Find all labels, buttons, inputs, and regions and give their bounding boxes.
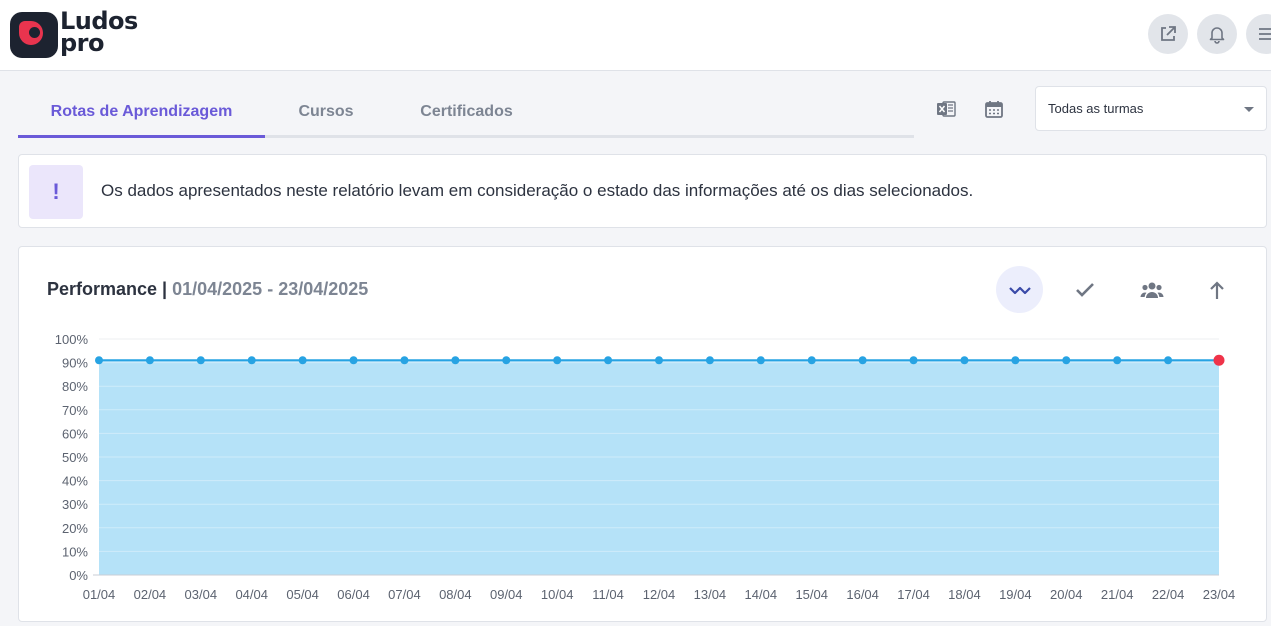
x-tick-label: 11/04 xyxy=(592,587,624,602)
data-point xyxy=(604,356,613,365)
tab-cursos[interactable]: Cursos xyxy=(278,86,374,138)
logo-text: Ludos pro xyxy=(60,9,138,57)
notifications-button[interactable] xyxy=(1197,14,1237,54)
data-point xyxy=(349,356,358,365)
x-tick-label: 06/04 xyxy=(337,587,370,602)
logo-text-line2: pro xyxy=(60,29,105,57)
performance-chart: 0% 10% 20% 30% 40% 50% 60% 70% 80% 90% 100% 01/04 02… xyxy=(55,332,1236,602)
x-tick-label: 18/04 xyxy=(948,587,981,602)
data-point xyxy=(1062,356,1071,365)
y-tick-label: 50% xyxy=(62,450,88,465)
data-point xyxy=(553,356,562,365)
x-tick-label: 20/04 xyxy=(1050,587,1083,602)
menu-button[interactable] xyxy=(1246,14,1271,54)
excel-export-icon xyxy=(937,101,956,117)
x-tick-label: 16/04 xyxy=(846,587,879,602)
bell-icon xyxy=(1209,27,1225,44)
x-tick-label: 22/04 xyxy=(1152,587,1185,602)
x-tick-label: 21/04 xyxy=(1101,587,1134,602)
data-point xyxy=(756,356,765,365)
top-bar: Ludos pro xyxy=(0,0,1271,71)
x-tick-label: 17/04 xyxy=(897,587,930,602)
external-link-icon xyxy=(1161,26,1176,41)
data-point xyxy=(298,356,307,365)
x-tick-label: 15/04 xyxy=(795,587,828,602)
x-tick-label: 07/04 xyxy=(388,587,421,602)
y-tick-label: 30% xyxy=(62,497,88,512)
logo-mark-icon xyxy=(10,12,58,58)
notice-text: Os dados apresentados neste relatório le… xyxy=(101,181,974,200)
class-filter-select[interactable]: Todas as turmas xyxy=(1035,86,1267,131)
data-point xyxy=(95,356,103,365)
data-point xyxy=(705,356,714,365)
data-point xyxy=(858,356,867,365)
tab-rotas-de-aprendizagem[interactable]: Rotas de Aprendizagem xyxy=(18,86,265,138)
data-point xyxy=(1011,356,1020,365)
data-point xyxy=(247,356,256,365)
info-notice: ! Os dados apresentados neste relatório … xyxy=(18,154,1267,228)
exclamation-icon: ! xyxy=(29,165,83,219)
calendar-icon xyxy=(985,101,1003,118)
data-point xyxy=(655,356,663,365)
class-filter-value: Todas as turmas xyxy=(1048,101,1144,116)
report-tabs: Rotas de Aprendizagem Cursos Certificado… xyxy=(18,86,914,138)
x-tick-label: 04/04 xyxy=(235,587,268,602)
data-point xyxy=(807,356,816,365)
x-tick-label: 03/04 xyxy=(185,587,218,602)
x-tick-label: 09/04 xyxy=(490,587,523,602)
y-tick-label: 80% xyxy=(62,379,88,394)
x-tick-label: 01/04 xyxy=(83,587,116,602)
data-point xyxy=(451,356,460,365)
x-tick-label: 12/04 xyxy=(643,587,676,602)
performance-card: Performance | 01/04/2025 - 23/04/2025 0%… xyxy=(18,246,1267,622)
x-tick-label: 05/04 xyxy=(286,587,319,602)
data-point xyxy=(502,356,511,365)
x-tick-label: 02/04 xyxy=(134,587,167,602)
data-point xyxy=(400,356,409,365)
menu-icon xyxy=(1259,28,1271,40)
data-point xyxy=(909,356,918,365)
active-tab-indicator xyxy=(18,135,265,138)
data-point xyxy=(1164,356,1173,365)
y-tick-label: 10% xyxy=(62,544,88,559)
external-link-button[interactable] xyxy=(1148,14,1188,54)
series-area xyxy=(99,360,1219,575)
y-tick-label: 20% xyxy=(62,521,88,536)
x-tick-label: 19/04 xyxy=(999,587,1032,602)
x-tick-label: 23/04 xyxy=(1203,587,1236,602)
y-tick-label: 60% xyxy=(62,426,88,441)
export-excel-button[interactable] xyxy=(935,98,957,120)
x-tick-label: 14/04 xyxy=(745,587,778,602)
y-tick-label: 0% xyxy=(69,568,88,583)
ludos-pro-logo[interactable]: Ludos pro xyxy=(10,9,150,60)
data-point xyxy=(196,356,205,365)
data-point xyxy=(145,356,154,365)
x-tick-label: 13/04 xyxy=(694,587,727,602)
x-tick-label: 10/04 xyxy=(541,587,574,602)
data-point xyxy=(960,356,969,365)
caret-down-icon xyxy=(1244,107,1254,112)
y-tick-label: 90% xyxy=(62,356,88,371)
tab-certificados[interactable]: Certificados xyxy=(408,86,525,138)
y-tick-label: 100% xyxy=(55,332,89,347)
data-point xyxy=(1113,356,1122,365)
x-tick-label: 08/04 xyxy=(439,587,472,602)
date-picker-button[interactable] xyxy=(983,98,1005,120)
highlighted-data-point xyxy=(1213,354,1225,366)
y-tick-label: 40% xyxy=(62,474,88,489)
y-tick-label: 70% xyxy=(62,403,88,418)
